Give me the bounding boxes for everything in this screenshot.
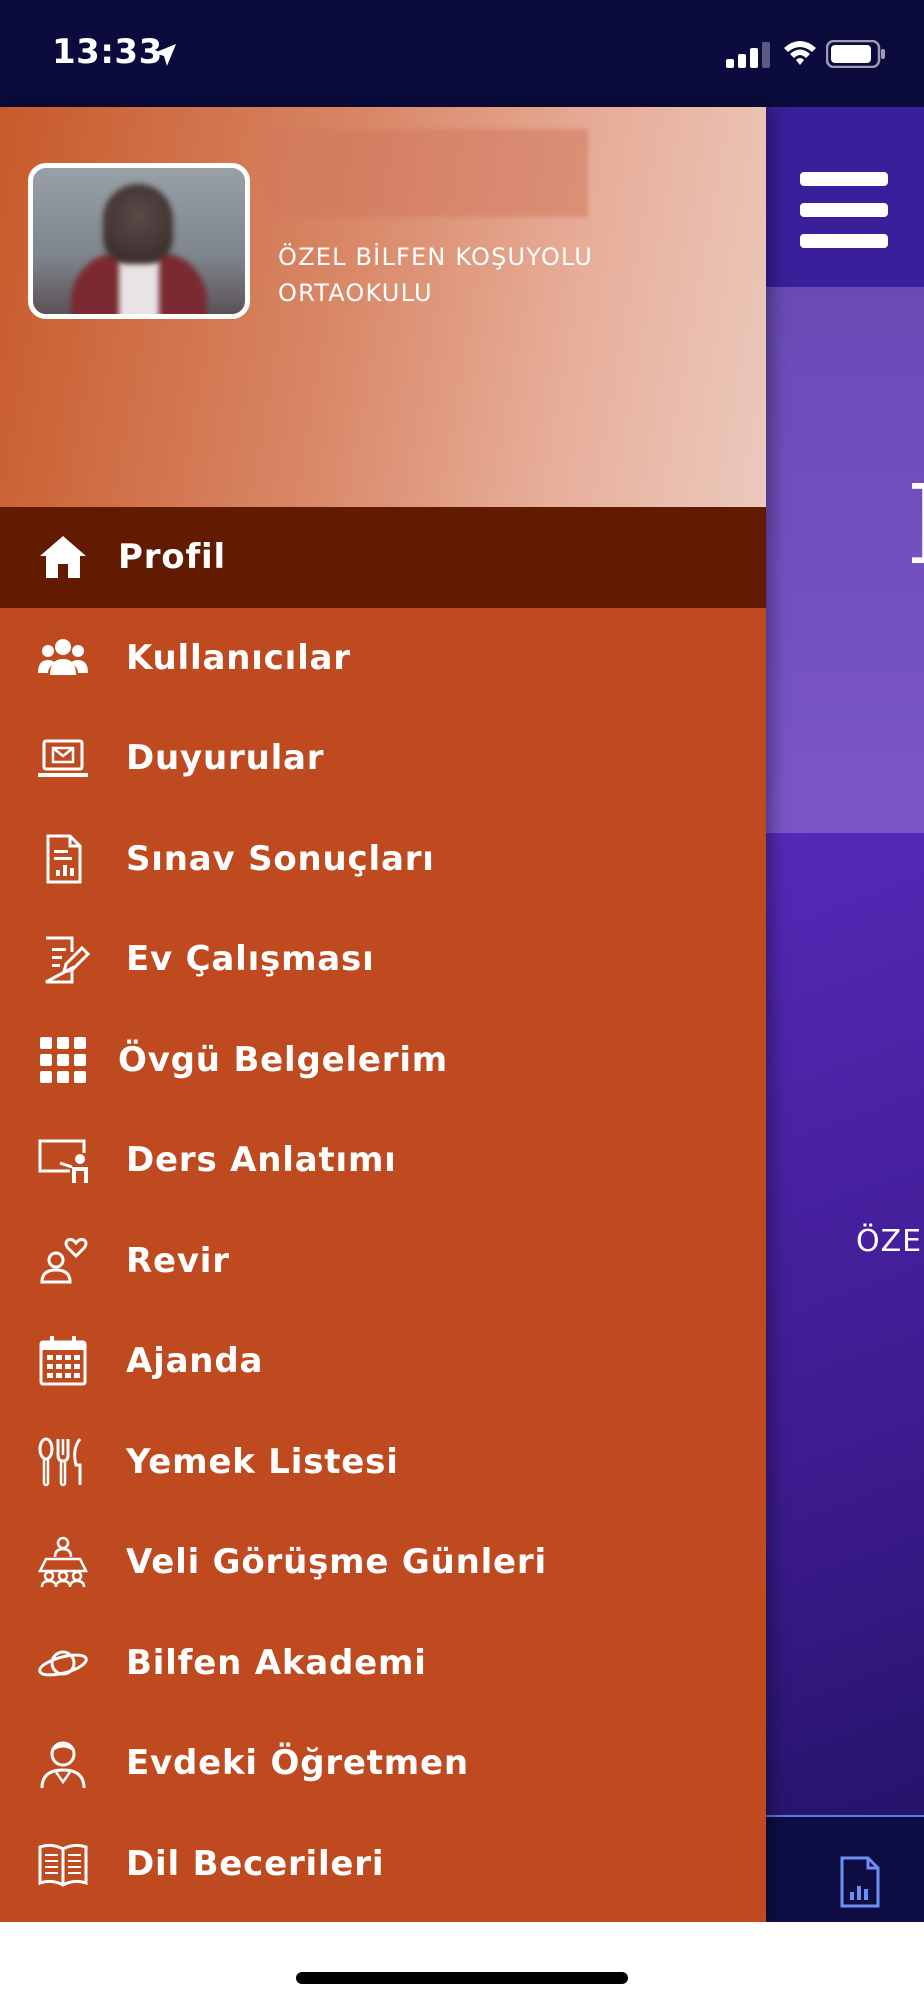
location-arrow-icon [154, 44, 176, 66]
menu-item-duyurular[interactable]: Duyurular [0, 708, 766, 809]
user-name-redacted [268, 129, 588, 217]
home-indicator-area [0, 1922, 924, 2000]
menu-item-label: Duyurular [126, 738, 325, 779]
background-school-name: ÖZE [856, 1224, 923, 1259]
menu-item-label: Ajanda [126, 1341, 264, 1382]
planet-icon [36, 1636, 90, 1690]
teacher-person-icon [36, 1736, 90, 1790]
school-name-line1: ÖZEL BİLFEN KOŞUYOLU [278, 243, 594, 271]
menu-item-bilfen-akademi[interactable]: Bilfen Akademi [0, 1613, 766, 1714]
menu-item-label: Sınav Sonuçları [126, 838, 435, 879]
status-time: 13:33 [52, 32, 163, 72]
home-indicator[interactable] [296, 1972, 628, 1984]
homework-edit-icon [36, 932, 90, 986]
background-hero-letter: E [906, 470, 924, 580]
calendar-icon [36, 1334, 90, 1388]
menu-item-label: Revir [126, 1240, 230, 1281]
battery-icon [826, 40, 885, 68]
menu-item-dil-becerileri[interactable]: Dil Becerileri [0, 1814, 766, 1915]
cutlery-icon [36, 1435, 90, 1489]
status-bar: 13:33 [0, 0, 924, 107]
menu-item-ajanda[interactable]: Ajanda [0, 1311, 766, 1412]
menu-item-yemek-listesi[interactable]: Yemek Listesi [0, 1412, 766, 1513]
menu-item-label: Dil Becerileri [126, 1843, 385, 1884]
hamburger-menu-icon[interactable] [800, 172, 888, 248]
menu-item-label: Ev Çalışması [126, 939, 375, 980]
drawer-header: ÖZEL BİLFEN KOŞUYOLU ORTAOKULU [0, 107, 766, 507]
menu-item-evdeki-ogretmen[interactable]: Evdeki Öğretmen [0, 1713, 766, 1814]
menu-item-label: Ders Anlatımı [126, 1140, 397, 1181]
menu-item-label: Yemek Listesi [126, 1441, 399, 1482]
menu-item-kullanicilar[interactable]: Kullanıcılar [0, 608, 766, 709]
report-document-icon [36, 832, 90, 886]
navigation-drawer: ÖZEL BİLFEN KOŞUYOLU ORTAOKULU Profil Ku… [0, 107, 766, 1922]
menu-item-label: Övgü Belgelerim [118, 1039, 449, 1080]
drawer-menu: Profil Kullanıcılar Duyurular Sınav Sonu… [0, 507, 766, 1914]
teacher-board-icon [36, 1133, 90, 1187]
menu-item-revir[interactable]: Revir [0, 1211, 766, 1312]
menu-item-ders-anlatimi[interactable]: Ders Anlatımı [0, 1110, 766, 1211]
menu-item-label: Kullanıcılar [126, 637, 351, 678]
avatar[interactable] [28, 163, 250, 319]
wifi-icon [784, 41, 816, 65]
grid-icon [36, 1033, 90, 1087]
meeting-table-icon [36, 1535, 90, 1589]
report-document-icon[interactable] [838, 1856, 882, 1908]
menu-item-ovgu-belgelerim[interactable]: Övgü Belgelerim [0, 1010, 766, 1111]
health-person-icon [36, 1234, 90, 1288]
menu-item-veli-gorusme-gunleri[interactable]: Veli Görüşme Günleri [0, 1512, 766, 1613]
cellular-signal-icon [726, 42, 770, 68]
home-icon [36, 530, 90, 584]
menu-item-ev-calismasi[interactable]: Ev Çalışması [0, 909, 766, 1010]
menu-item-label: Veli Görüşme Günleri [126, 1542, 547, 1583]
open-book-icon [36, 1837, 90, 1891]
background-app-hero [766, 287, 924, 833]
menu-item-sinav-sonuclari[interactable]: Sınav Sonuçları [0, 809, 766, 910]
menu-item-label: Bilfen Akademi [126, 1642, 427, 1683]
users-icon [36, 631, 90, 685]
school-name-line2: ORTAOKULU [278, 279, 433, 307]
menu-item-profil[interactable]: Profil [0, 507, 766, 608]
school-name: ÖZEL BİLFEN KOŞUYOLU ORTAOKULU [278, 239, 698, 311]
menu-item-label: Evdeki Öğretmen [126, 1743, 469, 1784]
screen: 13:33 E ÖZE [0, 0, 924, 2000]
laptop-mail-icon [36, 731, 90, 785]
menu-item-label: Profil [118, 537, 226, 578]
